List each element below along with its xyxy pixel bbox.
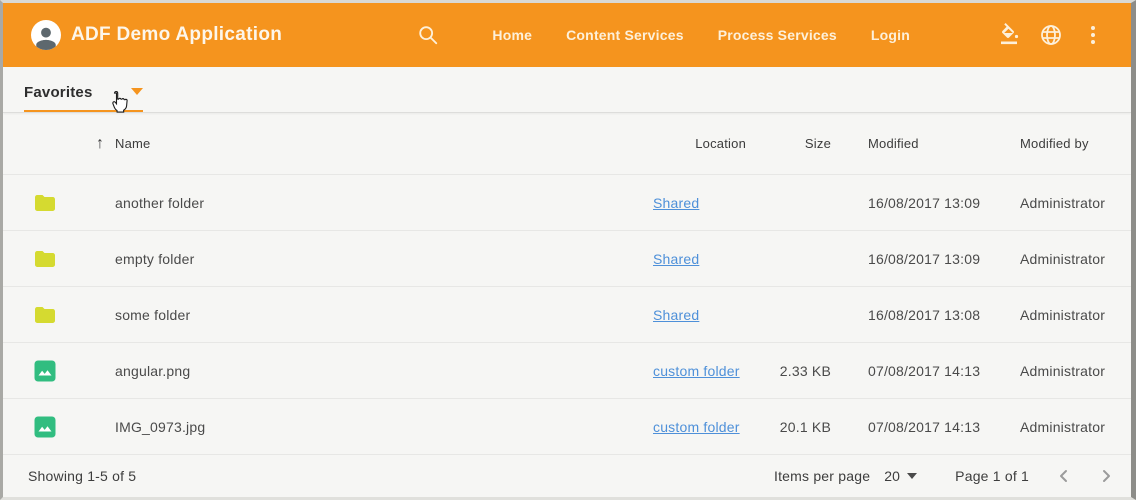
search-icon[interactable] <box>417 24 439 46</box>
table-row[interactable]: some folder Shared 16/08/2017 13:08 Admi… <box>3 287 1131 343</box>
globe-icon[interactable] <box>1039 22 1063 48</box>
items-per-page-value: 20 <box>884 468 900 484</box>
folder-icon <box>33 247 57 271</box>
file-size: 20.1 KB <box>748 419 831 435</box>
app-header: ADF Demo Application Home Content Servic… <box>3 3 1131 67</box>
table-row[interactable]: another folder Shared 16/08/2017 13:09 A… <box>3 175 1131 231</box>
pagination-bar: Showing 1-5 of 5 Items per page 20 Page … <box>3 455 1131 497</box>
dropdown-caret-icon <box>131 88 143 95</box>
user-avatar <box>31 20 61 50</box>
location-link[interactable]: Shared <box>653 195 699 211</box>
modified-by: Administrator <box>1020 363 1131 379</box>
kebab-menu-icon[interactable] <box>1085 22 1101 48</box>
nav-login[interactable]: Login <box>871 27 910 43</box>
favorites-dropdown[interactable]: Favorites <box>24 84 143 112</box>
content-toolbar: Favorites <box>3 67 1131 113</box>
dropdown-caret-icon <box>907 473 917 479</box>
column-header-size[interactable]: Size <box>748 136 831 151</box>
file-name: empty folder <box>115 251 645 267</box>
file-name: angular.png <box>115 363 645 379</box>
format-color-fill-icon[interactable] <box>999 22 1023 48</box>
chevron-left-icon[interactable] <box>1057 469 1071 483</box>
file-name: another folder <box>115 195 645 211</box>
location-link[interactable]: Shared <box>653 307 699 323</box>
table-row[interactable]: angular.png custom folder 2.33 KB 07/08/… <box>3 343 1131 399</box>
location-link[interactable]: Shared <box>653 251 699 267</box>
table-row[interactable]: IMG_0973.jpg custom folder 20.1 KB 07/08… <box>3 399 1131 455</box>
location-link[interactable]: custom folder <box>653 363 740 379</box>
nav-process-services[interactable]: Process Services <box>718 27 837 43</box>
items-per-page-select[interactable]: 20 <box>884 468 917 484</box>
column-header-modified[interactable]: Modified <box>831 136 1020 151</box>
file-name: IMG_0973.jpg <box>115 419 645 435</box>
column-header-name[interactable]: ↑ Name <box>96 136 645 152</box>
modified-by: Administrator <box>1020 251 1131 267</box>
page-status-label: Page 1 of 1 <box>955 468 1029 484</box>
image-icon <box>33 415 57 439</box>
header-nav: Home Content Services Process Services L… <box>475 27 927 43</box>
nav-content-services[interactable]: Content Services <box>566 27 684 43</box>
modified-date: 16/08/2017 13:09 <box>831 251 1020 267</box>
modified-date: 07/08/2017 14:13 <box>831 363 1020 379</box>
table-row[interactable]: empty folder Shared 16/08/2017 13:09 Adm… <box>3 231 1131 287</box>
app-window: ADF Demo Application Home Content Servic… <box>0 0 1136 500</box>
favorites-label: Favorites <box>24 84 93 101</box>
documents-table: ↑ Name Location Size Modified Modified b… <box>3 113 1131 455</box>
modified-date: 16/08/2017 13:09 <box>831 195 1020 211</box>
modified-date: 16/08/2017 13:08 <box>831 307 1020 323</box>
chevron-right-icon[interactable] <box>1099 469 1113 483</box>
file-name: some folder <box>115 307 645 323</box>
nav-home[interactable]: Home <box>492 27 532 43</box>
sort-arrow-up-icon: ↑ <box>96 136 111 152</box>
items-per-page-label: Items per page <box>774 468 870 484</box>
person-icon <box>33 24 59 50</box>
modified-by: Administrator <box>1020 195 1131 211</box>
modified-by: Administrator <box>1020 307 1131 323</box>
file-size: 2.33 KB <box>748 363 831 379</box>
modified-by: Administrator <box>1020 419 1131 435</box>
location-link[interactable]: custom folder <box>653 419 740 435</box>
app-title: ADF Demo Application <box>71 24 282 46</box>
folder-icon <box>33 303 57 327</box>
column-header-location[interactable]: Location <box>645 136 748 151</box>
modified-date: 07/08/2017 14:13 <box>831 419 1020 435</box>
column-header-modified-by[interactable]: Modified by <box>1020 136 1131 151</box>
folder-icon <box>33 191 57 215</box>
image-icon <box>33 359 57 383</box>
table-header-row: ↑ Name Location Size Modified Modified b… <box>3 113 1131 175</box>
showing-range-label: Showing 1-5 of 5 <box>28 468 136 484</box>
